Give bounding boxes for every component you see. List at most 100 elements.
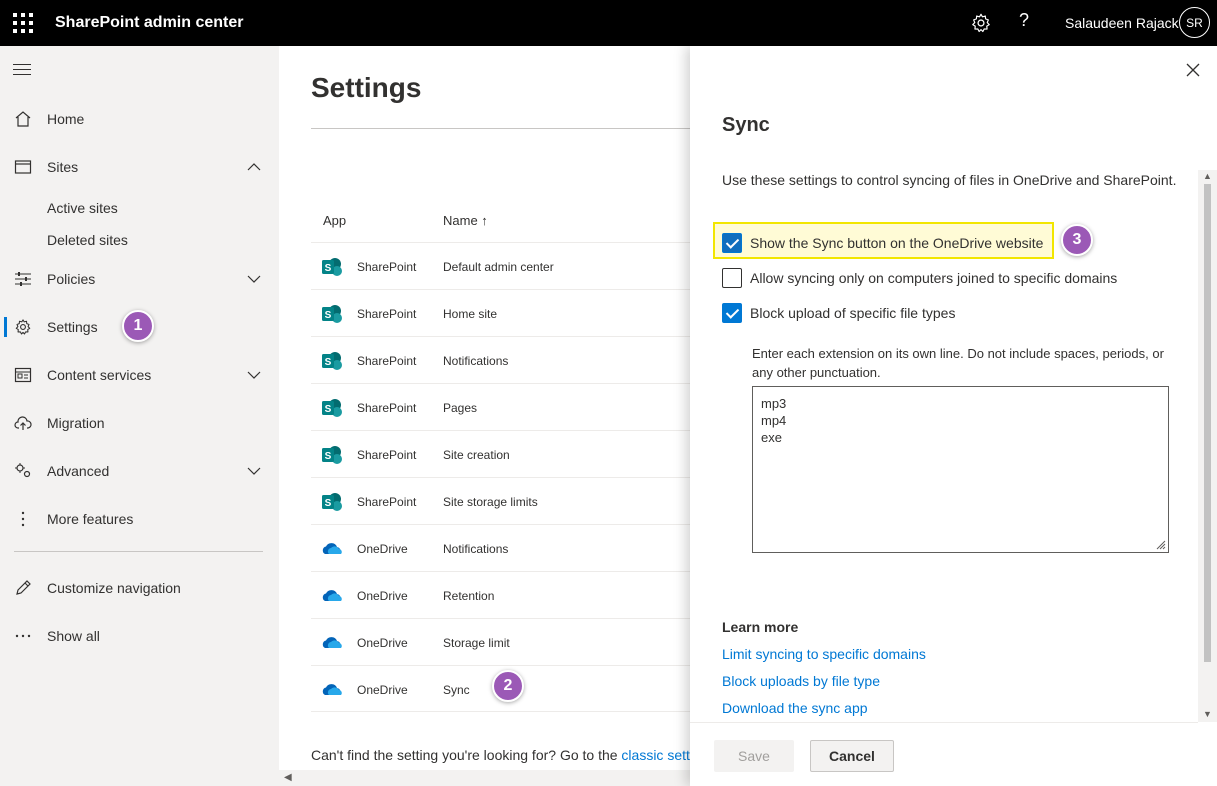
nav-label: Home	[47, 111, 85, 127]
hamburger-menu-icon[interactable]	[13, 64, 31, 79]
table-row[interactable]: S SharePoint Notifications	[311, 336, 690, 383]
table-row[interactable]: S SharePoint Site creation	[311, 430, 690, 477]
home-icon	[15, 111, 31, 127]
pencil-icon	[16, 580, 31, 595]
svg-text:S: S	[325, 498, 332, 509]
avatar[interactable]: SR	[1179, 7, 1210, 38]
gear-icon	[15, 319, 31, 335]
vertical-scrollbar[interactable]: ▲ ▼	[1198, 170, 1217, 722]
nav-item-policies[interactable]: Policies	[0, 259, 279, 299]
svg-text:S: S	[325, 404, 332, 415]
nav-item-customize-navigation[interactable]: Customize navigation	[0, 568, 279, 608]
table-row[interactable]: S SharePoint Default admin center	[311, 242, 690, 289]
nav-label: Show all	[47, 628, 100, 644]
sharepoint-icon: S	[322, 399, 342, 417]
checkbox[interactable]	[722, 233, 742, 253]
classic-settings-link[interactable]: classic settings page	[621, 747, 690, 763]
setting-name[interactable]: Default admin center	[443, 260, 554, 274]
nav-item-migration[interactable]: Migration	[0, 403, 279, 443]
nav-item-deleted-sites[interactable]: Deleted sites	[47, 232, 128, 248]
resize-grip-icon[interactable]	[1156, 540, 1166, 550]
vertical-ellipsis-icon	[21, 511, 25, 527]
help-icon[interactable]: ?	[1019, 10, 1029, 31]
sync-panel: Sync Use these settings to control synci…	[690, 46, 1217, 786]
table-row[interactable]: S SharePoint Site storage limits	[311, 477, 690, 524]
nav-label: More features	[47, 511, 134, 527]
setting-name[interactable]: Retention	[443, 589, 494, 603]
table-row[interactable]: S SharePoint Home site	[311, 289, 690, 336]
app-name: SharePoint	[357, 448, 417, 462]
scroll-down-icon[interactable]: ▼	[1203, 709, 1212, 719]
setting-name[interactable]: Site storage limits	[443, 495, 538, 509]
table-row[interactable]: OneDrive Retention	[311, 571, 690, 618]
cancel-button[interactable]: Cancel	[810, 740, 894, 772]
scroll-left-icon[interactable]: ◀	[284, 772, 292, 783]
user-name[interactable]: Salaudeen Rajack	[1065, 15, 1179, 31]
title-divider	[311, 128, 690, 129]
nav-item-advanced[interactable]: Advanced	[0, 451, 279, 491]
checkbox-label: Block upload of specific file types	[750, 305, 956, 321]
callout-badge: 1	[122, 310, 154, 342]
nav-item-sites[interactable]: Sites	[0, 147, 279, 187]
horizontal-scrollbar[interactable]: ◀	[279, 770, 690, 786]
link-limit-syncing[interactable]: Limit syncing to specific domains	[722, 646, 926, 662]
setting-name[interactable]: Sync	[443, 683, 470, 697]
nav-item-home[interactable]: Home	[0, 99, 279, 139]
setting-name[interactable]: Notifications	[443, 542, 508, 556]
sharepoint-icon: S	[322, 305, 342, 323]
scroll-up-icon[interactable]: ▲	[1203, 171, 1212, 181]
nav-item-more-features[interactable]: More features	[0, 499, 279, 539]
nav-item-active-sites[interactable]: Active sites	[47, 200, 118, 216]
panel-description: Use these settings to control syncing of…	[722, 172, 1177, 188]
content-services-icon	[14, 367, 32, 383]
onedrive-icon	[322, 590, 342, 601]
setting-name[interactable]: Notifications	[443, 354, 508, 368]
save-button[interactable]: Save	[714, 740, 794, 772]
nav-label: Migration	[47, 415, 105, 431]
footer-text: Can't find the setting you're looking fo…	[311, 747, 622, 763]
onedrive-icon	[322, 684, 342, 695]
advanced-gears-icon	[15, 463, 31, 478]
table-row[interactable]: OneDrive Storage limit	[311, 618, 690, 665]
app-name: OneDrive	[357, 683, 408, 697]
cloud-upload-icon	[14, 416, 32, 430]
nav-divider	[14, 551, 263, 552]
close-icon[interactable]	[1186, 63, 1200, 77]
checkbox[interactable]	[722, 268, 742, 288]
extensions-textarea[interactable]: mp3 mp4 exe	[752, 386, 1169, 553]
option-show-sync-button[interactable]: Show the Sync button on the OneDrive web…	[722, 232, 1043, 254]
app-name: OneDrive	[357, 542, 408, 556]
setting-name[interactable]: Storage limit	[443, 636, 510, 650]
nav-label: Settings	[47, 319, 98, 335]
onedrive-icon	[322, 543, 342, 554]
table-row[interactable]: S SharePoint Pages	[311, 383, 690, 430]
option-allow-domain-sync[interactable]: Allow syncing only on computers joined t…	[722, 267, 1117, 289]
chevron-up-icon[interactable]	[247, 160, 261, 174]
sharepoint-icon: S	[322, 352, 342, 370]
column-header-name[interactable]: Name ↑	[443, 213, 488, 228]
setting-name[interactable]: Site creation	[443, 448, 510, 462]
link-download-sync-app[interactable]: Download the sync app	[722, 700, 868, 716]
checkbox[interactable]	[722, 303, 742, 323]
callout-badge: 3	[1061, 224, 1093, 256]
app-name: SharePoint	[357, 307, 417, 321]
panel-footer: Save Cancel	[690, 722, 1198, 786]
option-block-file-types[interactable]: Block upload of specific file types	[722, 302, 955, 324]
table-row[interactable]: OneDrive Notifications	[311, 524, 690, 571]
setting-name[interactable]: Pages	[443, 401, 477, 415]
app-launcher-icon[interactable]	[13, 13, 33, 33]
chevron-down-icon[interactable]	[247, 272, 261, 286]
setting-name[interactable]: Home site	[443, 307, 497, 321]
chevron-down-icon[interactable]	[247, 464, 261, 478]
nav-label: Customize navigation	[47, 580, 181, 596]
checkbox-label: Allow syncing only on computers joined t…	[750, 270, 1118, 286]
app-title[interactable]: SharePoint admin center	[55, 14, 244, 32]
nav-item-show-all[interactable]: Show all	[0, 616, 279, 656]
link-block-uploads[interactable]: Block uploads by file type	[722, 673, 880, 689]
scrollbar-thumb[interactable]	[1204, 184, 1211, 662]
gear-icon[interactable]	[970, 12, 992, 34]
chevron-down-icon[interactable]	[247, 368, 261, 382]
column-header-app[interactable]: App	[323, 213, 346, 228]
nav-item-content-services[interactable]: Content services	[0, 355, 279, 395]
nav-label: Policies	[47, 271, 96, 287]
